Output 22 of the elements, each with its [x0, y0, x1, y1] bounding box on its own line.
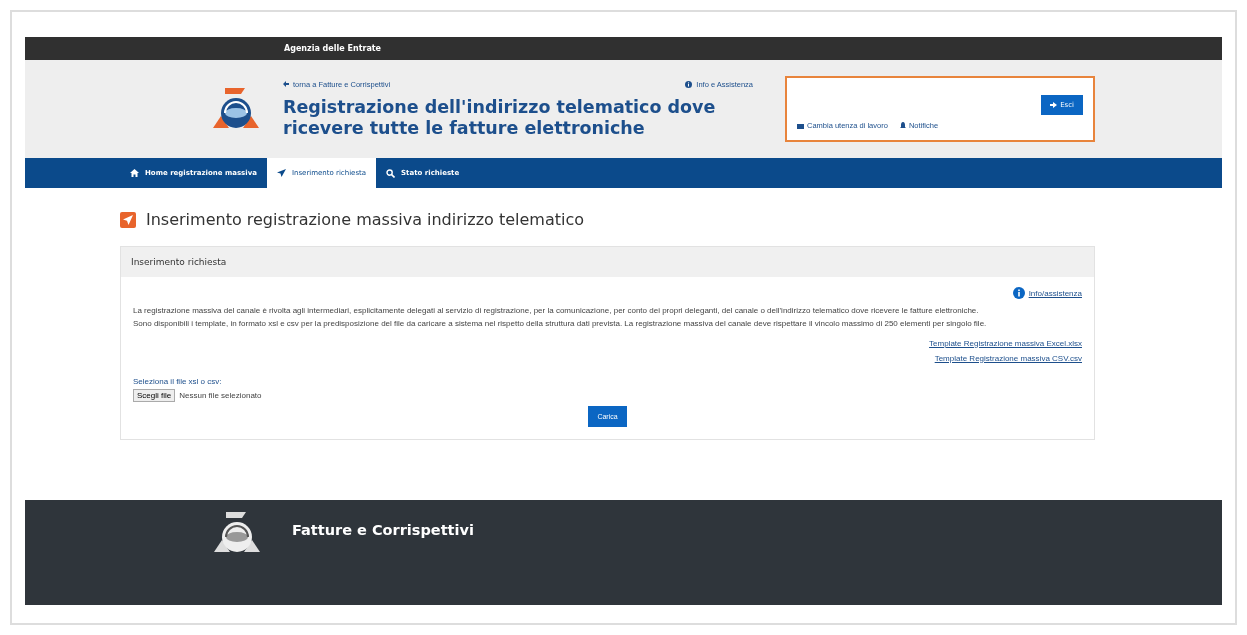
description-text: La registrazione massiva del canale è rivolta agli intermediari, esplicitamente delegati al servizio di registrazione, per la comunicazione, per conto dei propri deleganti, del canale o dell'indirizzo telematico dove ricevere le fatture elettroniche.: [133, 305, 980, 317]
file-label: Seleziona il file xsl o csv:: [133, 376, 223, 386]
page-header-title: Registrazione dell'indirizzo telematico dove ricevere tutte le fatture elettroniche: [283, 96, 717, 139]
footer-title: Fatture e Corrispettivi: [292, 521, 474, 538]
send-icon: [120, 211, 136, 228]
agency-name: Agenzia delle Entrate: [284, 44, 382, 53]
exit-icon: [1050, 102, 1058, 108]
template-link[interactable]: Template Registrazione massiva CSV.csv: [934, 353, 1082, 363]
send-icon: [276, 169, 286, 177]
panel-header: Inserimento richiesta: [121, 247, 1094, 277]
description-text: Sono disponibili i template, in formato xsl e csv per la predisposizione del file da caricare a sistema nel rispetto della struttura dati prevista. La registrazione massiva del canale deve rispettare il vincolo massimo di 250 elementi per singolo file.: [133, 317, 988, 330]
info-icon: [1012, 287, 1025, 299]
bell-icon: [899, 122, 906, 129]
template-link[interactable]: Template Registrazione massiva Excel.xlsx: [929, 338, 1082, 348]
file-status: Nessun file selezionato: [179, 390, 262, 400]
choose-file-button[interactable]: Scegli file: [133, 388, 176, 402]
home-icon: [130, 169, 139, 177]
info-icon: [685, 80, 693, 88]
search-icon: [386, 168, 396, 178]
page-title: Inserimento registrazione massiva indirizzo telematico: [146, 210, 584, 229]
help-link[interactable]: Info/assistenza: [1028, 288, 1082, 298]
arrow-left-icon: [283, 81, 289, 87]
